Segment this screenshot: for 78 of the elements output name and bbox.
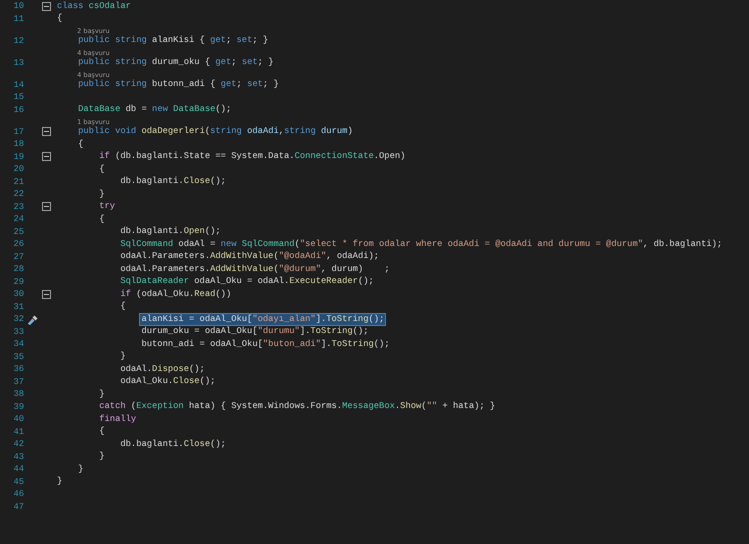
line-number: 11 (12, 14, 24, 24)
line-number: 45 (12, 476, 24, 487)
line-number: 36 (12, 364, 24, 374)
code-line: if (db.baglanti.State == System.Data.ConnectionState.Open) (98, 151, 406, 162)
line-number: 44 (12, 464, 24, 474)
code-line: { (98, 214, 106, 225)
code-line: odaAl.Dispose(); (119, 364, 206, 375)
code-line: odaAl.Parameters.AddWithValue("@odaAdi", odaAdi); (119, 251, 380, 262)
line-number: 28 (12, 264, 24, 274)
code-line: { (119, 301, 127, 312)
collapse-icon[interactable] (42, 127, 51, 136)
code-line: public string alanKisi { get; set; } (77, 35, 270, 46)
code-line: butonn_adi = odaAl_Oku["buton_adi"].ToString(); (140, 338, 391, 350)
line-number: 30 (12, 289, 24, 300)
code-line: { (77, 138, 84, 150)
code-line: { (56, 13, 64, 24)
code-line: } (77, 464, 84, 475)
code-line: db.baglanti.Close(); (119, 176, 227, 188)
line-number: 47 (12, 502, 24, 512)
line-number: 21 (12, 176, 24, 187)
code-line: { (98, 426, 106, 438)
code-line: catch (Exception hata) { System.Windows.Forms.MessageBox.Show("" + hata); } (98, 401, 496, 412)
line-number: 15 (12, 92, 24, 102)
line-number: 35 (12, 352, 24, 362)
code-line: db.baglanti.Open(); (119, 226, 222, 238)
line-number: 20 (12, 164, 24, 174)
line-number: 37 (12, 376, 24, 387)
line-number: 34 (12, 339, 24, 350)
screwdriver-icon[interactable] (28, 314, 38, 325)
line-number: 24 (12, 214, 24, 224)
line-number: 23 (12, 202, 24, 212)
code-line: public void odaDegerleri(string odaAdi,string durum) (77, 126, 354, 138)
code-line: DataBase db = new DataBase(); (77, 104, 232, 116)
line-number: 46 (12, 489, 24, 500)
collapse-icon[interactable] (42, 2, 51, 11)
line-number: 40 (12, 414, 24, 424)
code-line: class csOdalar (56, 0, 132, 12)
line-number: 14 (12, 80, 24, 90)
collapse-icon[interactable] (42, 152, 51, 162)
code-line: public string butonn_adi { get; set; } (77, 79, 280, 90)
code-line: public string durum_oku { get; set; } (77, 57, 274, 68)
code-line: } (119, 351, 127, 362)
line-number: 19 (12, 152, 24, 162)
code-line: { (98, 164, 106, 175)
collapse-icon[interactable] (42, 202, 51, 212)
code-line: SqlDataReader odaAl_Oku = odaAl.ExecuteReader(); (119, 276, 375, 288)
line-number: 38 (12, 389, 24, 400)
code-line: } (98, 388, 106, 400)
code-line: } (98, 188, 106, 200)
code-line: odaAl.Parameters.AddWithValue("@durum", durum) ; (119, 264, 391, 275)
line-number: 18 (12, 139, 24, 150)
code-line: } (56, 476, 64, 488)
code-line: durum_oku = odaAl_Oku["durumu"].ToString(); (140, 326, 370, 338)
code-line: db.baglanti.Close(); (119, 438, 227, 450)
line-number: 31 (12, 302, 24, 312)
line-number: 42 (12, 439, 24, 450)
line-number: 17 (12, 126, 24, 137)
line-number: 25 (12, 226, 24, 237)
line-number: 13 (12, 58, 24, 68)
collapse-icon[interactable] (42, 290, 51, 299)
line-number: 22 (12, 189, 24, 200)
line-number: 33 (12, 326, 24, 337)
line-number: 41 (12, 426, 24, 437)
code-line: odaAl_Oku.Close(); (119, 376, 216, 388)
line-number: 39 (12, 402, 24, 412)
code-line: SqlCommand odaAl = new SqlCommand("select * from odalar where odaAdi = @odaAdi and durumu = @durum", db.baglanti); (119, 238, 724, 250)
code-line: if (odaAl_Oku.Read()) (119, 288, 232, 300)
line-number: 27 (12, 252, 24, 262)
line-number: 16 (12, 104, 24, 115)
line-number: 26 (12, 239, 24, 250)
code-line: } (98, 451, 106, 462)
code-line: finally (98, 414, 138, 425)
code-line: try (98, 201, 116, 212)
line-number: 29 (12, 276, 24, 287)
line-number: 12 (12, 36, 24, 46)
line-number: 10 (12, 1, 24, 12)
line-number: 32 (12, 314, 24, 324)
line-number: 43 (12, 452, 24, 462)
